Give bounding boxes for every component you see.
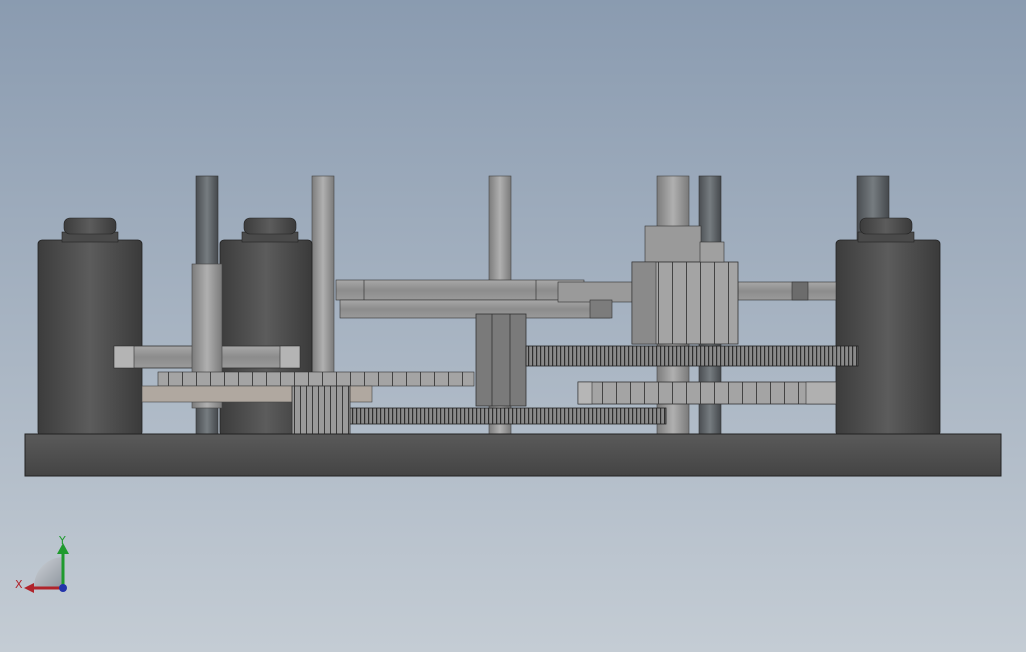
right-gearbox [631, 225, 739, 345]
base-plate [24, 433, 1002, 477]
upper-rack [525, 345, 859, 367]
left-pinion [291, 385, 351, 435]
motor-right [835, 217, 941, 437]
right-lower-linkage [577, 381, 837, 405]
motor-left [37, 217, 143, 437]
cad-3d-viewport[interactable]: Y X [0, 0, 1026, 652]
y-axis-label: Y [58, 534, 66, 547]
z-axis-dot-icon [59, 584, 67, 592]
model-canvas[interactable]: Y X [0, 0, 1026, 652]
lower-rack [335, 407, 667, 425]
x-axis-label: X [15, 578, 23, 591]
central-gearbox [475, 313, 527, 407]
